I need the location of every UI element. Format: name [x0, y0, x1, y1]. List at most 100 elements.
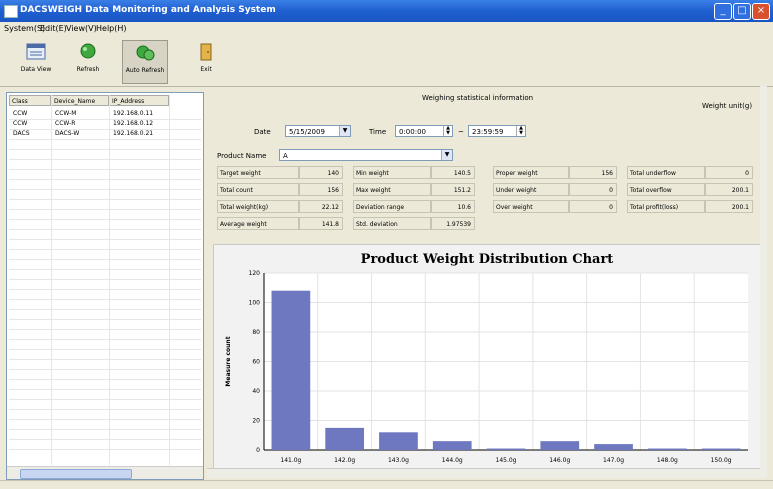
date-value: 5/15/2009	[289, 128, 325, 136]
time-separator: ~	[458, 128, 464, 136]
refresh-label: Refresh	[76, 66, 100, 73]
device-class: CCW	[13, 120, 28, 127]
stat-label: Proper weight	[493, 166, 569, 179]
grid-line	[9, 189, 201, 190]
x-tick-label: 147.0g	[603, 457, 624, 464]
y-tick-label: 60	[252, 359, 260, 366]
menu-view[interactable]: View(V)	[66, 24, 97, 33]
grid-line	[9, 239, 201, 240]
chart-bar	[540, 441, 580, 450]
time-to-value: 23:59:59	[472, 128, 504, 136]
x-tick-label: 145.0g	[496, 457, 517, 464]
table-row[interactable]: CCW CCW-R 192.168.0.12	[9, 120, 201, 129]
grid-line	[9, 369, 201, 370]
grid-line	[9, 149, 201, 150]
x-tick-label: 144.0g	[442, 457, 463, 464]
x-tick-label: 150.0g	[711, 457, 732, 464]
stat-value: 1.97539	[431, 217, 475, 230]
menu-bar: System(S) Edit(E) View(V) Help(H)	[0, 22, 773, 36]
table-row[interactable]: CCW CCW-M 192.168.0.11	[9, 110, 201, 119]
stat-value: 151.2	[431, 183, 475, 196]
grid-line	[9, 389, 201, 390]
grid-line	[9, 429, 201, 430]
window-title: DACSWEIGH Data Monitoring and Analysis S…	[20, 5, 276, 15]
chart-bar	[271, 290, 311, 450]
y-tick-label: 80	[252, 329, 260, 336]
grid-line	[9, 449, 201, 450]
col-header-device-name[interactable]: Device_Name	[51, 95, 109, 106]
spin-arrows-icon[interactable]: ▲ ▼	[516, 126, 525, 136]
y-tick-label: 120	[249, 270, 261, 277]
horizontal-scrollbar[interactable]	[7, 466, 203, 479]
maximize-button[interactable]: □	[733, 3, 751, 20]
grid-line	[9, 399, 201, 400]
auto-refresh-button[interactable]: Auto Refresh	[122, 40, 168, 84]
toolbar: Data View Refresh Auto Refresh Exit	[0, 36, 773, 87]
stat-value: 200.1	[705, 200, 753, 213]
vertical-scrollbar[interactable]	[760, 86, 767, 478]
exit-button[interactable]: Exit	[184, 40, 228, 82]
device-list: Class Device_Name IP_Address CCW CCW-M 1…	[6, 92, 204, 480]
device-list-header: Class Device_Name IP_Address	[9, 95, 201, 107]
grid-line	[9, 299, 201, 300]
weight-distribution-chart: Product Weight Distribution Chart 0 20 40 60…	[213, 244, 761, 474]
exit-icon	[195, 42, 217, 62]
grid-line	[9, 409, 201, 410]
exit-label: Exit	[200, 66, 212, 73]
chart-bar	[379, 432, 418, 450]
y-tick-label: 100	[249, 300, 261, 307]
stat-label: Target weight	[217, 166, 299, 179]
y-tick-label: 20	[252, 418, 260, 425]
grid-line	[109, 95, 110, 465]
chevron-down-icon[interactable]: ▼	[441, 150, 452, 160]
stat-value: 156	[299, 183, 343, 196]
grid-line	[9, 159, 201, 160]
stat-label: Under weight	[493, 183, 569, 196]
chart-bar	[432, 441, 472, 450]
time-label: Time	[369, 128, 387, 136]
menu-help[interactable]: Help(H)	[96, 24, 127, 33]
chevron-down-icon[interactable]: ▼	[339, 126, 350, 136]
col-header-class[interactable]: Class	[9, 95, 51, 106]
spin-arrows-icon[interactable]: ▲ ▼	[443, 126, 452, 136]
bottom-scrollbar[interactable]	[207, 468, 760, 478]
minimize-button[interactable]: _	[714, 3, 732, 20]
menu-edit[interactable]: Edit(E)	[40, 24, 67, 33]
grid-line	[9, 269, 201, 270]
device-name: CCW-M	[55, 110, 77, 117]
date-label: Date	[254, 128, 271, 136]
stat-label: Total profit(loss)	[627, 200, 705, 213]
grid-line	[9, 319, 201, 320]
stat-label: Min weight	[353, 166, 431, 179]
scroll-thumb[interactable]	[20, 469, 132, 479]
product-select[interactable]: A ▼	[279, 149, 453, 161]
stat-label: Total weight(kg)	[217, 200, 299, 213]
auto-refresh-label: Auto Refresh	[125, 67, 165, 74]
date-picker[interactable]: 5/15/2009 ▼	[285, 125, 351, 137]
x-tick-label: 143.0g	[388, 457, 409, 464]
time-to-field[interactable]: 23:59:59 ▲ ▼	[468, 125, 526, 137]
device-ip: 192.168.0.11	[113, 110, 154, 117]
menu-system[interactable]: System(S)	[4, 24, 45, 33]
table-row[interactable]: DACS DACS-W 192.168.0.21	[9, 130, 201, 139]
y-tick-label: 0	[256, 447, 260, 454]
time-from-field[interactable]: 0:00:00 ▲ ▼	[395, 125, 453, 137]
refresh-button[interactable]: Refresh	[66, 40, 110, 82]
close-button[interactable]: ×	[752, 3, 770, 20]
chart-svg: Product Weight Distribution Chart 0 20 40 60…	[225, 252, 748, 464]
grid-line	[9, 179, 201, 180]
grid-line	[9, 119, 201, 120]
device-name: CCW-R	[55, 120, 76, 127]
grid-line	[9, 169, 201, 170]
title-bar: DACSWEIGH Data Monitoring and Analysis S…	[0, 0, 773, 22]
grid-line	[9, 249, 201, 250]
grid-line	[9, 349, 201, 350]
col-header-ip-address[interactable]: IP_Address	[109, 95, 169, 106]
chart-bar	[325, 427, 365, 450]
stat-value: 10.6	[431, 200, 475, 213]
data-view-button[interactable]: Data View	[14, 40, 58, 82]
device-class: DACS	[13, 130, 30, 137]
stat-value: 140	[299, 166, 343, 179]
x-tick-label: 146.0g	[549, 457, 570, 464]
grid-line	[51, 95, 52, 465]
